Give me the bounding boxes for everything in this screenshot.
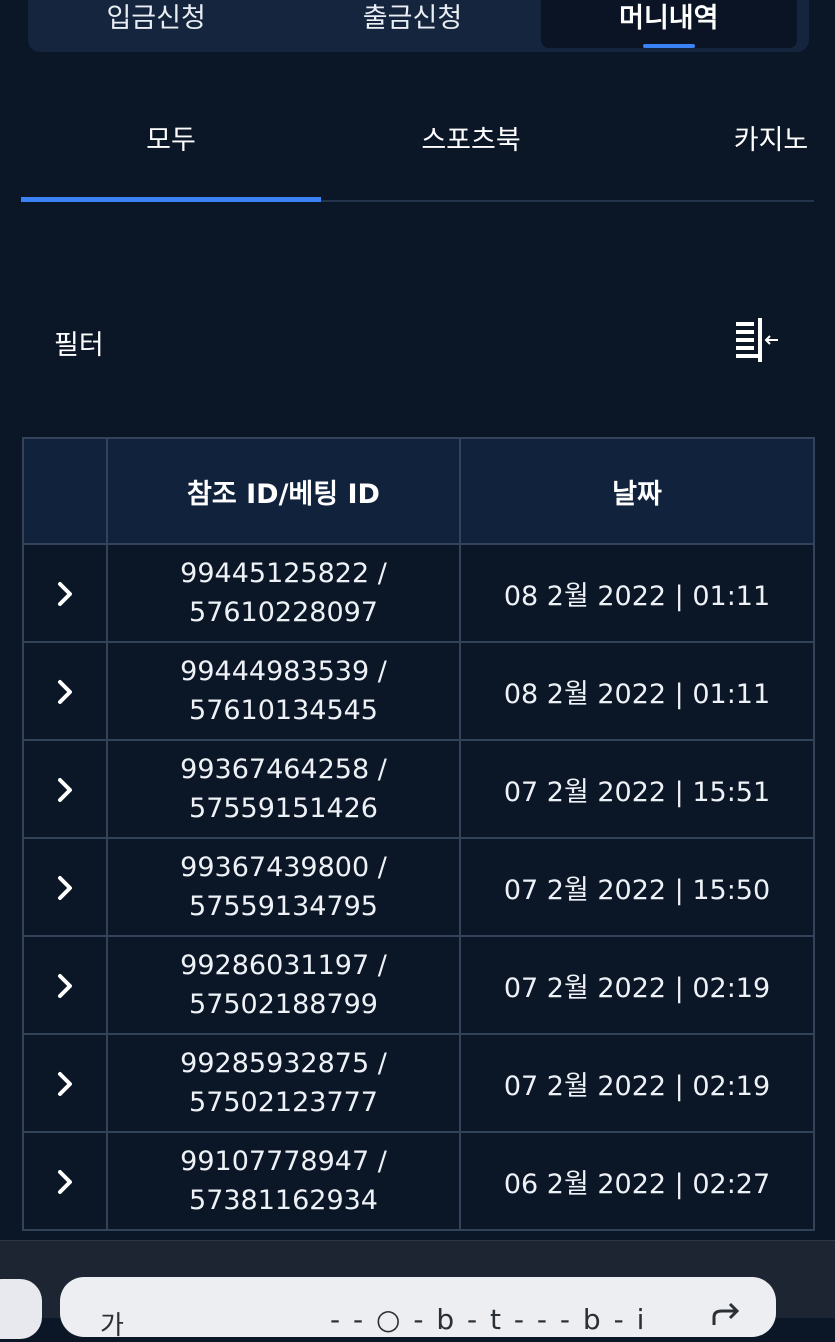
- reference-id: 99444983539 /: [180, 656, 387, 687]
- date-cell: 06 2월 2022 | 02:27: [459, 1131, 815, 1231]
- subtab-all[interactable]: 모두: [121, 118, 221, 157]
- ids-cell: 99367464258 / 57559151426: [106, 739, 461, 839]
- bet-id: 57502123777: [189, 1087, 378, 1118]
- reference-id: 99107778947 /: [180, 1146, 387, 1177]
- bet-id: 57381162934: [189, 1185, 378, 1216]
- tab-withdraw-request[interactable]: 출금신청: [284, 0, 540, 52]
- chevron-right-icon: [58, 582, 72, 606]
- chevron-right-icon: [58, 1072, 72, 1096]
- row-expand-button[interactable]: [22, 543, 108, 643]
- bet-id: 57559134795: [189, 891, 378, 922]
- table-row[interactable]: 99367464258 / 57559151426 07 2월 2022 | 15:…: [22, 739, 815, 839]
- reference-id: 99367439800 /: [180, 852, 387, 883]
- ids-cell: 99367439800 / 57559134795: [106, 837, 461, 937]
- reference-id: 99285932875 /: [180, 1048, 387, 1079]
- top-tab-bar: 입금신청 출금신청 머니내역: [28, 0, 809, 52]
- table-row[interactable]: 99107778947 / 57381162934 06 2월 2022 | 02:…: [22, 1131, 815, 1231]
- date-cell: 08 2월 2022 | 01:11: [459, 641, 815, 741]
- collapse-columns-icon[interactable]: [732, 318, 782, 362]
- bet-id: 57559151426: [189, 793, 378, 824]
- table-row[interactable]: 99286031197 / 57502188799 07 2월 2022 | 02:…: [22, 935, 815, 1035]
- chevron-right-icon: [58, 680, 72, 704]
- active-tab-indicator: [642, 44, 695, 48]
- bet-id: 57502188799: [189, 989, 378, 1020]
- expand-column-header: [22, 437, 108, 545]
- row-expand-button[interactable]: [22, 1131, 108, 1231]
- chevron-right-icon: [58, 778, 72, 802]
- row-expand-button[interactable]: [22, 837, 108, 937]
- reference-id: 99286031197 /: [180, 950, 387, 981]
- date-cell: 07 2월 2022 | 02:19: [459, 1033, 815, 1133]
- date-cell: 07 2월 2022 | 02:19: [459, 935, 815, 1035]
- money-history-table: 참조 ID/베팅 ID 날짜 99445125822 / 57610228097 0…: [22, 437, 815, 1231]
- date-cell: 07 2월 2022 | 15:51: [459, 739, 815, 839]
- ids-cell: 99444983539 / 57610134545: [106, 641, 461, 741]
- filter-label[interactable]: 필터: [54, 323, 104, 362]
- date-cell: 08 2월 2022 | 01:11: [459, 543, 815, 643]
- chevron-right-icon: [58, 1170, 72, 1194]
- ids-cell: 99107778947 / 57381162934: [106, 1131, 461, 1231]
- browser-toolbar: 가 - - ○ - b - t - - - b - i: [0, 1240, 835, 1341]
- share-icon[interactable]: [710, 1299, 744, 1329]
- row-expand-button[interactable]: [22, 739, 108, 839]
- subtab-active-indicator: [21, 197, 321, 202]
- date-cell: 07 2월 2022 | 15:50: [459, 837, 815, 937]
- row-expand-button[interactable]: [22, 935, 108, 1035]
- sub-tab-bar: 모두 스포츠북 카지노: [21, 100, 814, 202]
- chevron-right-icon: [58, 876, 72, 900]
- bet-id: 57610228097: [189, 597, 378, 628]
- bet-id: 57610134545: [189, 695, 378, 726]
- table-header-row: 참조 ID/베팅 ID 날짜: [22, 437, 815, 545]
- ids-column-header: 참조 ID/베팅 ID: [106, 437, 461, 545]
- chevron-right-icon: [58, 974, 72, 998]
- reference-id: 99445125822 /: [180, 558, 387, 589]
- ids-cell: 99445125822 / 57610228097: [106, 543, 461, 643]
- reference-id: 99367464258 /: [180, 754, 387, 785]
- table-row[interactable]: 99444983539 / 57610134545 08 2월 2022 | 01:…: [22, 641, 815, 741]
- table-row[interactable]: 99445125822 / 57610228097 08 2월 2022 | 01:…: [22, 543, 815, 643]
- subtab-casino[interactable]: 카지노: [721, 118, 821, 157]
- table-row[interactable]: 99367439800 / 57559134795 07 2월 2022 | 15:…: [22, 837, 815, 937]
- row-expand-button[interactable]: [22, 1033, 108, 1133]
- ids-cell: 99285932875 / 57502123777: [106, 1033, 461, 1133]
- tabs-button[interactable]: [0, 1279, 42, 1339]
- address-bar[interactable]: 가 - - ○ - b - t - - - b - i: [60, 1277, 776, 1341]
- tab-money-history[interactable]: 머니내역: [540, 0, 797, 48]
- url-text: - - ○ - b - t - - - b - i: [330, 1303, 647, 1336]
- tab-deposit-request[interactable]: 입금신청: [28, 0, 284, 52]
- row-expand-button[interactable]: [22, 641, 108, 741]
- subtab-sportsbook[interactable]: 스포츠북: [401, 118, 541, 157]
- date-column-header: 날짜: [459, 437, 815, 545]
- reader-text-size-button[interactable]: 가: [100, 1305, 124, 1342]
- ids-cell: 99286031197 / 57502188799: [106, 935, 461, 1035]
- table-row[interactable]: 99285932875 / 57502123777 07 2월 2022 | 02:…: [22, 1033, 815, 1133]
